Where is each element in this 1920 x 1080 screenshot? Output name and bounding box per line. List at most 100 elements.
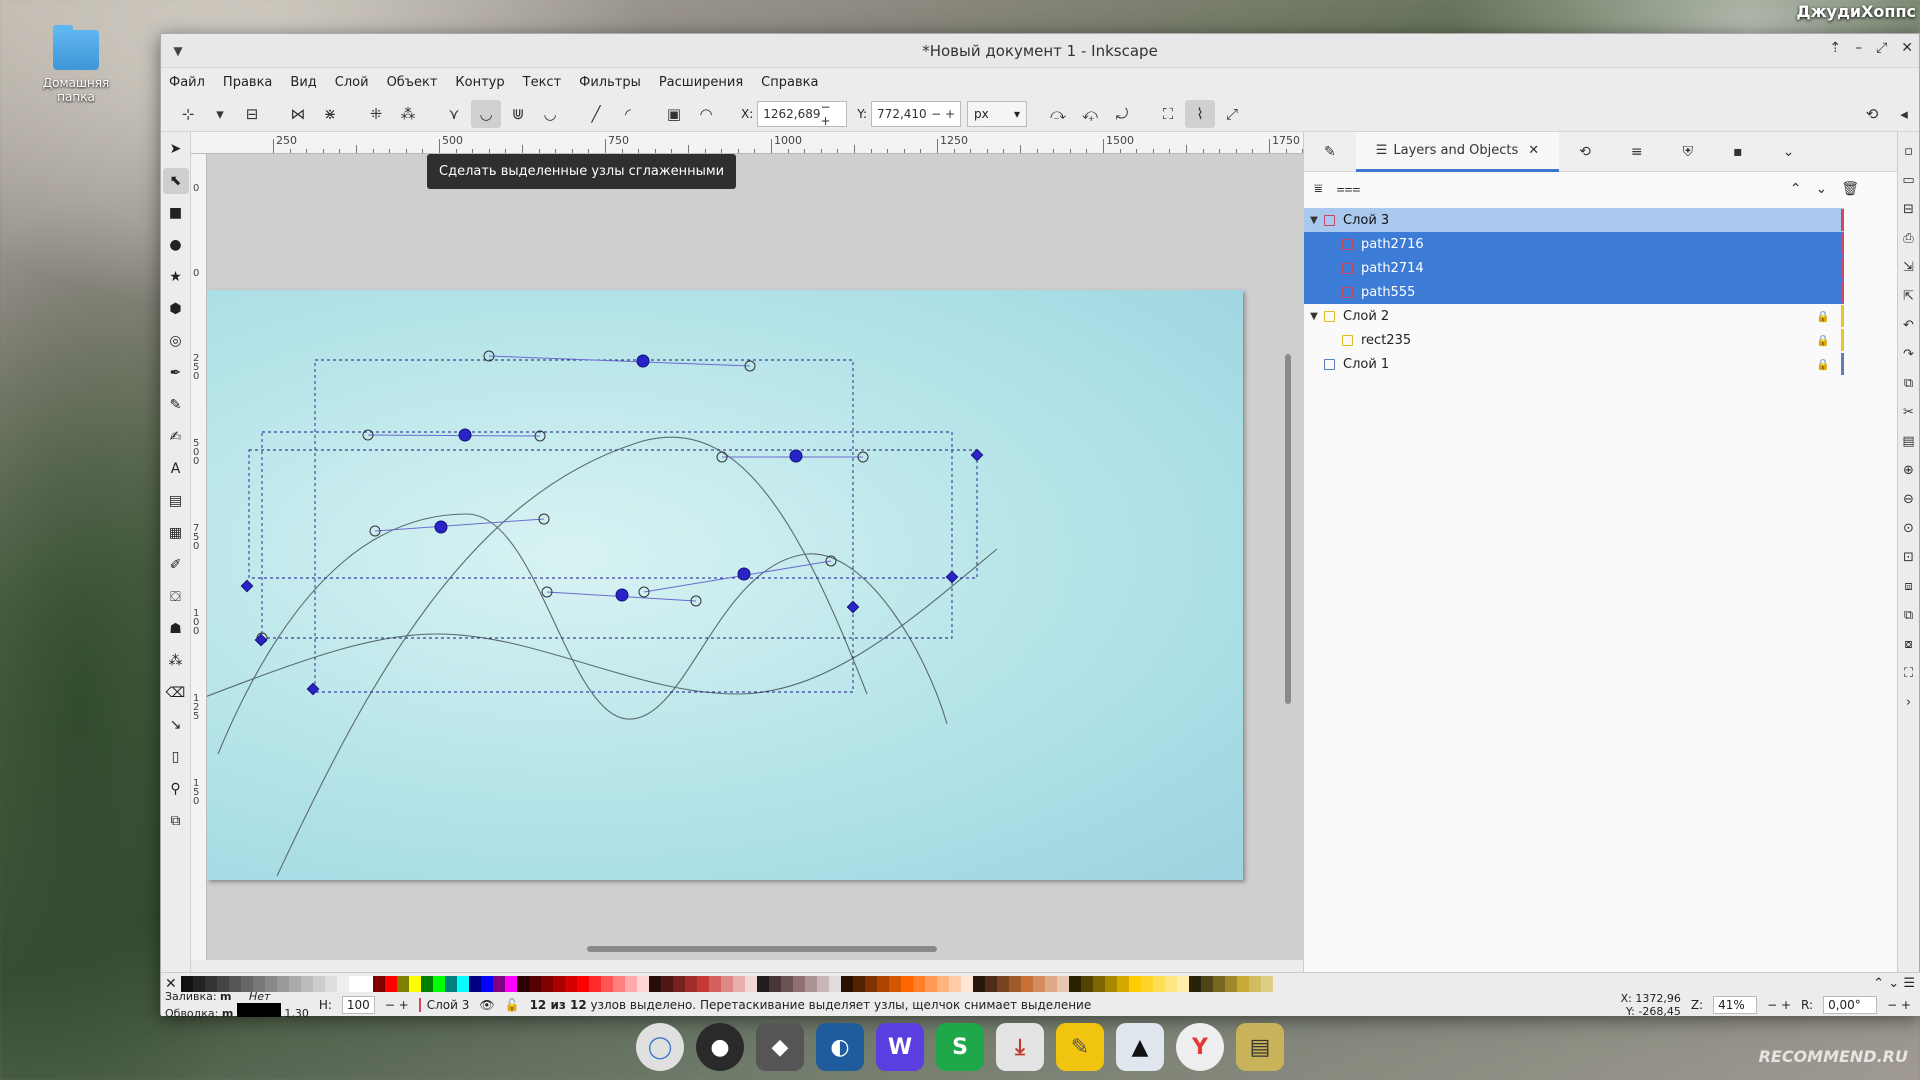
spreadsheet-app-icon[interactable]: S [936, 1023, 984, 1071]
unit-select[interactable]: px ▾ [967, 100, 1028, 127]
color-swatch[interactable] [384, 975, 397, 992]
pen-tool-icon[interactable]: ✒ [163, 360, 189, 386]
undo-icon[interactable]: ↶ [1903, 318, 1914, 333]
spiral-tool-icon[interactable]: ◎ [163, 328, 189, 354]
insert-node-dropdown-icon[interactable]: ▾ [205, 100, 235, 128]
menu-item[interactable]: Правка [223, 75, 272, 90]
menu-item[interactable]: Фильтры [579, 75, 641, 90]
paint-bucket-icon[interactable]: ⛋ [163, 584, 189, 610]
stroke-to-path-icon[interactable]: ◠ [691, 100, 721, 128]
close-icon[interactable]: ✕ [1901, 40, 1913, 56]
color-swatch[interactable] [936, 975, 949, 992]
tab-layers-objects[interactable]: ☰ Layers and Objects ✕ [1355, 131, 1560, 172]
installer-app-icon[interactable]: ⤓ [996, 1023, 1044, 1071]
color-swatch[interactable] [348, 975, 361, 992]
color-swatch[interactable] [876, 975, 889, 992]
duplicate-icon[interactable]: ⧈ [1904, 579, 1912, 594]
color-swatch[interactable] [528, 975, 541, 992]
lock-icon[interactable]: 🔓 [505, 998, 520, 1012]
color-swatch[interactable] [1104, 975, 1117, 992]
break-path-icon[interactable]: ⋇ [315, 100, 345, 128]
color-swatch[interactable] [456, 975, 469, 992]
more-icon[interactable]: › [1906, 695, 1911, 710]
curve-path2714[interactable] [217, 513, 948, 755]
show-outline-icon[interactable]: ⤢ [1217, 100, 1247, 128]
close-tab-icon[interactable]: ✕ [1528, 143, 1539, 158]
join-nodes-icon[interactable]: ⋈ [283, 100, 313, 128]
zoom-selection-icon[interactable]: ⊕ [1903, 463, 1914, 478]
object-row[interactable]: path2716 [1304, 232, 1844, 256]
node[interactable] [737, 567, 751, 581]
color-swatch[interactable] [696, 975, 709, 992]
tabs-overflow[interactable]: ⌄ [1763, 132, 1815, 172]
color-swatch[interactable] [852, 975, 865, 992]
measure-tool-icon[interactable]: ⧉ [163, 808, 189, 834]
transform-handles-icon[interactable]: ⛶ [1153, 100, 1183, 128]
color-swatch[interactable] [828, 975, 841, 992]
object-to-path-icon[interactable]: ▣ [659, 100, 689, 128]
menu-item[interactable]: Слой [335, 75, 369, 90]
cut-icon[interactable]: ✂ [1903, 405, 1914, 420]
menu-item[interactable]: Текст [523, 75, 562, 90]
auto-smooth-node-icon[interactable]: ◡ [535, 100, 565, 128]
box3d-tool-icon[interactable]: ⬢ [163, 296, 189, 322]
delete-icon[interactable]: 🗑 [1841, 181, 1859, 197]
color-swatch[interactable] [1212, 975, 1225, 992]
y-stepper[interactable]: − + [931, 107, 955, 121]
color-swatch[interactable] [468, 975, 481, 992]
color-swatch[interactable] [1164, 975, 1177, 992]
cusp-node-icon[interactable]: ⋎ [439, 100, 469, 128]
rotate-stepper[interactable]: − + [1887, 998, 1911, 1012]
node[interactable] [636, 354, 650, 368]
color-swatch[interactable] [984, 975, 997, 992]
node[interactable] [434, 520, 448, 534]
object-row[interactable]: path2714 [1304, 256, 1844, 280]
color-swatch[interactable] [768, 975, 781, 992]
edit-clip-icon[interactable]: ⤼ [1043, 100, 1073, 128]
color-swatch[interactable] [1260, 975, 1273, 992]
menu-item[interactable]: Расширения [659, 75, 743, 90]
color-swatch[interactable] [444, 975, 457, 992]
tab-undo-history[interactable]: ⟲ [1559, 132, 1611, 172]
color-swatch[interactable] [1068, 975, 1081, 992]
tab-fill-stroke[interactable]: ✎ [1304, 132, 1356, 172]
opacity-input[interactable]: 100 [341, 996, 375, 1014]
eye-icon[interactable]: 👁 [479, 998, 494, 1012]
curve-path555[interactable] [207, 548, 998, 697]
color-swatch[interactable] [1188, 975, 1201, 992]
new-doc-icon[interactable]: ▫ [1904, 144, 1913, 159]
layer-row[interactable]: ▼ Слой 2 🔒 [1304, 304, 1844, 328]
eraser-tool-icon[interactable]: ⌫ [163, 680, 189, 706]
maximize-icon[interactable]: ⤢ [1876, 40, 1887, 56]
color-swatch[interactable] [1152, 975, 1165, 992]
notes-app-icon[interactable]: ✎ [1056, 1023, 1104, 1071]
color-swatch[interactable] [804, 975, 817, 992]
color-swatch[interactable] [540, 975, 553, 992]
opacity-stepper[interactable]: − + [385, 998, 409, 1012]
export-icon[interactable]: ⇱ [1903, 289, 1914, 304]
group-icon[interactable]: ⛶ [1904, 666, 1913, 681]
color-swatch[interactable] [564, 975, 577, 992]
palette-controls-icon[interactable]: ⌃ ⌄ ☰ [1873, 976, 1915, 991]
color-swatch[interactable] [396, 975, 409, 992]
pages-tool-icon[interactable]: ▯ [163, 744, 189, 770]
zoom-tool-icon[interactable]: ⚲ [163, 776, 189, 802]
node[interactable] [970, 448, 984, 462]
color-swatch[interactable] [780, 975, 793, 992]
color-swatch[interactable] [996, 975, 1009, 992]
join-segment-icon[interactable]: ⁜ [361, 100, 391, 128]
color-swatch[interactable] [600, 975, 613, 992]
color-swatch[interactable] [708, 975, 721, 992]
color-swatch[interactable] [612, 975, 625, 992]
rotate-input[interactable]: 0,00° [1823, 996, 1878, 1014]
color-swatch[interactable] [1140, 975, 1153, 992]
color-swatch[interactable] [1092, 975, 1105, 992]
ellipse-tool-icon[interactable]: ● [163, 232, 189, 258]
menu-item[interactable]: Объект [387, 75, 438, 90]
zoom-drawing-icon[interactable]: ⊖ [1903, 492, 1914, 507]
copy-icon[interactable]: ⧉ [1904, 376, 1913, 391]
object-row[interactable]: path555 [1304, 280, 1844, 304]
color-swatch[interactable] [552, 975, 565, 992]
pencil-tool-icon[interactable]: ✎ [163, 392, 189, 418]
redo-icon[interactable]: ↷ [1903, 347, 1914, 362]
